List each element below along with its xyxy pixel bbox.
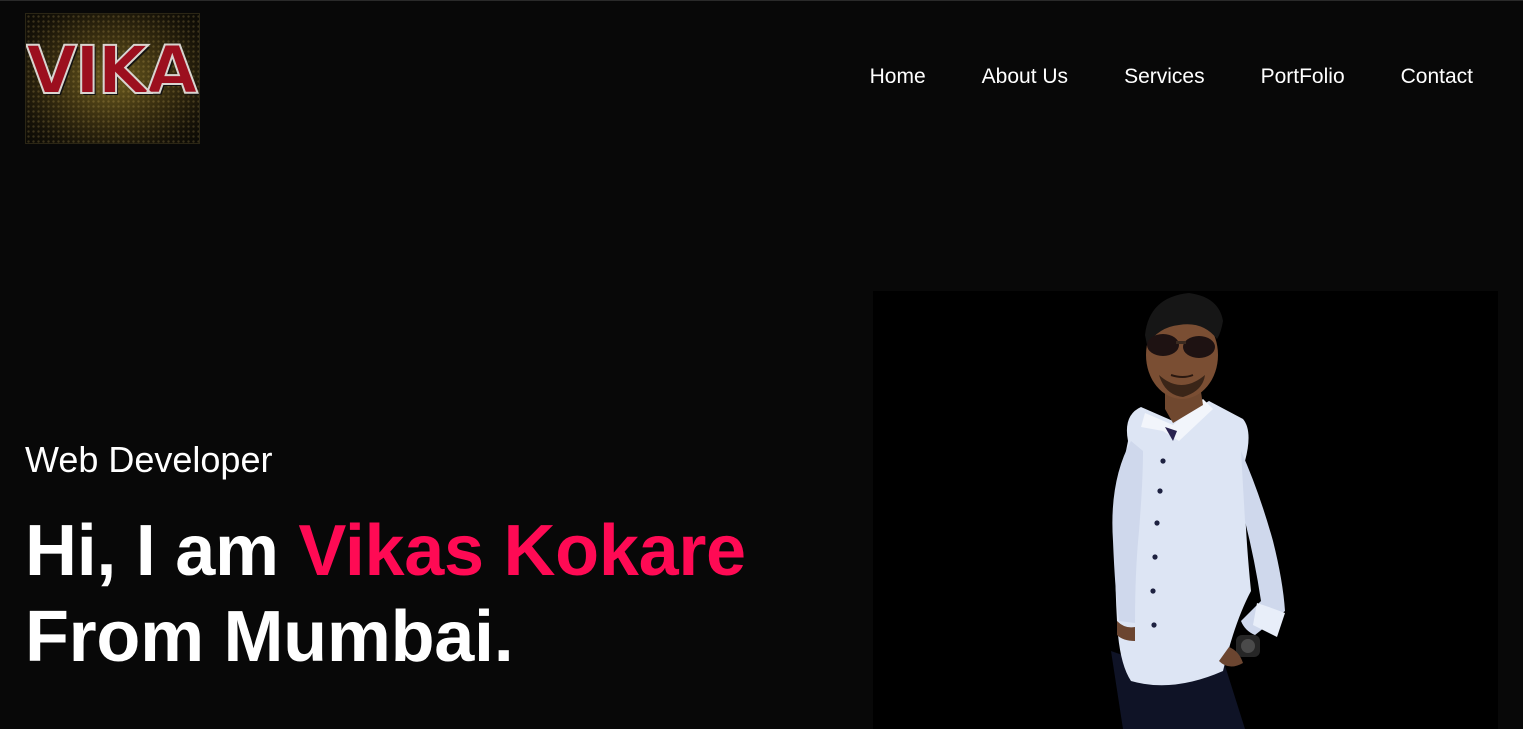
nav-item-home: Home [870,62,926,92]
hero-location: From Mumbai. [25,597,514,677]
nav-link-about[interactable]: About Us [982,65,1068,88]
nav-item-about: About Us [982,62,1068,92]
logo-text: VIKAS [26,32,199,109]
nav-link-home[interactable]: Home [870,65,926,88]
nav-link-contact[interactable]: Contact [1401,65,1473,88]
person-illustration [1111,293,1285,729]
hero-name: Vikas Kokare [298,511,746,591]
nav-item-portfolio: PortFolio [1261,62,1345,92]
hero-subtitle: Web Developer [25,439,273,480]
site-logo[interactable]: VIKAS [25,13,200,144]
profile-photo [873,291,1498,729]
hero-title: Hi, I am Vikas Kokare From Mumbai. [25,508,746,680]
main-nav: Home About Us Services PortFolio Contact [814,62,1473,92]
nav-list: Home About Us Services PortFolio Contact [814,62,1473,92]
hero-greeting: Hi, I am [25,511,299,591]
nav-link-portfolio[interactable]: PortFolio [1261,65,1345,88]
nav-item-contact: Contact [1401,62,1473,92]
nav-item-services: Services [1124,62,1205,92]
nav-link-services[interactable]: Services [1124,65,1205,88]
site-header: VIKAS Home About Us Services PortFolio C… [0,0,1523,150]
